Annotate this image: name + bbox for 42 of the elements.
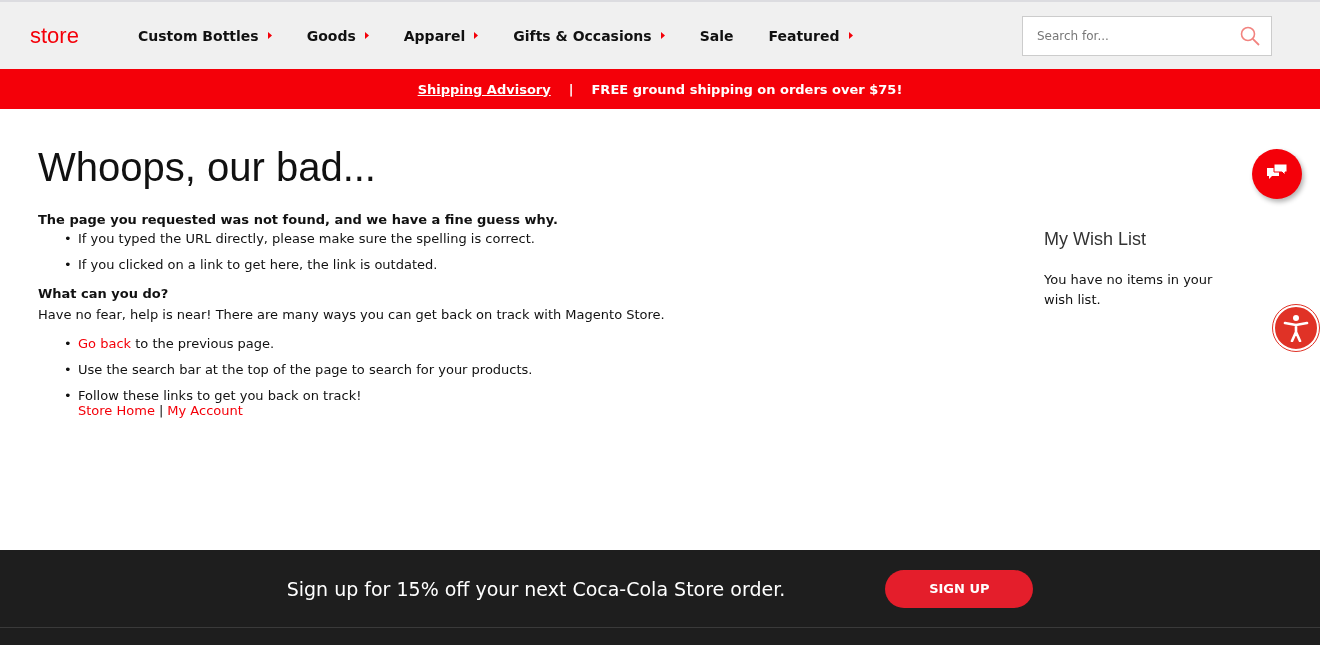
page-title: Whoops, our bad... bbox=[38, 145, 377, 190]
page-link[interactable]: Store Home bbox=[78, 403, 155, 418]
wish-list-title: My Wish List bbox=[1044, 229, 1147, 250]
accessibility-button[interactable] bbox=[1273, 305, 1319, 351]
search-field[interactable]: Search for... bbox=[1022, 15, 1272, 56]
bullet: • bbox=[64, 231, 73, 246]
nav-menu-item[interactable]: Apparel bbox=[403, 27, 479, 44]
bullet: • bbox=[64, 362, 73, 377]
reason-heading: The page you requested was not found, and we have a fine guess why. bbox=[38, 212, 559, 227]
caret-icon bbox=[660, 32, 665, 39]
nav-menu-item[interactable]: Featured bbox=[768, 27, 853, 44]
bullet: • bbox=[64, 336, 73, 351]
reason-text: If you typed the URL directly, please make sure the spelling is correct. bbox=[78, 231, 535, 246]
chat-button[interactable] bbox=[1252, 149, 1302, 199]
reason-text: If you clicked on a link to get here, the link is outdated. bbox=[78, 257, 438, 272]
person-icon bbox=[1283, 314, 1309, 342]
signup-message: Sign up for 15% off your next Coca-Cola Store order. bbox=[286, 577, 786, 600]
shipping-message: FREE ground shipping on orders over $75! bbox=[591, 81, 903, 97]
nav-menu-item[interactable]: Custom Bottles bbox=[138, 27, 272, 44]
nav-menu-item[interactable]: Sale bbox=[699, 27, 734, 44]
bullet: • bbox=[64, 257, 73, 272]
separator-text: | bbox=[568, 81, 574, 97]
caret-icon bbox=[474, 32, 479, 39]
caret-icon bbox=[267, 32, 272, 39]
caret-icon bbox=[848, 32, 853, 39]
nav-menu-item[interactable]: Gifts & Occasions bbox=[513, 27, 665, 44]
shipping-advisory-link[interactable]: Shipping Advisory bbox=[417, 81, 551, 97]
nav-menu-item[interactable]: Goods bbox=[306, 27, 369, 44]
search-icon[interactable] bbox=[1240, 25, 1260, 46]
sign-up-button[interactable]: SIGN UP bbox=[885, 569, 1034, 608]
bullet: • bbox=[64, 388, 73, 405]
wish-list-message: You have no items in your wish list. bbox=[1044, 271, 1214, 309]
help-text: to the previous page. bbox=[135, 336, 275, 351]
page-link[interactable]: My Account bbox=[167, 403, 243, 418]
go-back-link[interactable]: Go back bbox=[78, 336, 132, 351]
store-logo[interactable]: store bbox=[30, 22, 138, 49]
help-text: Follow these links to get you back on track! bbox=[78, 388, 362, 403]
help-text: Use the search bar at the top of the page to search for your products. bbox=[78, 362, 533, 377]
separator-text: | bbox=[158, 403, 164, 418]
help-intro-text: Have no fear, help is near! There are many ways you can get back on track with Magento Store. bbox=[38, 307, 666, 322]
help-heading: What can you do? bbox=[38, 286, 170, 301]
caret-icon bbox=[364, 32, 369, 39]
